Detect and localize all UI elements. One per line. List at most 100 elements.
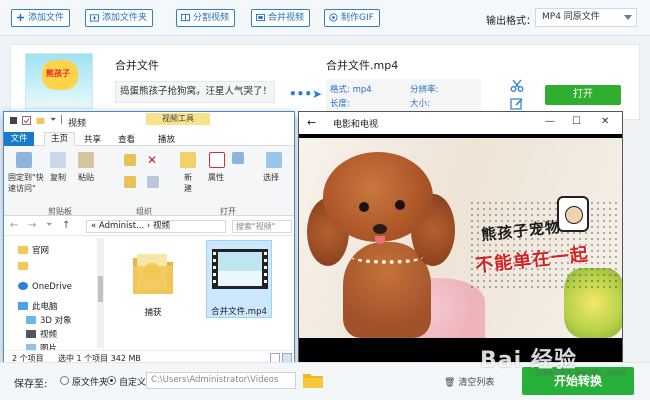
up-arrow-icon[interactable]: ↑	[62, 220, 70, 231]
browse-folder-icon[interactable]	[303, 372, 323, 388]
add-folder-label: 添加文件夹	[102, 13, 148, 23]
copy-label: 复制	[50, 173, 66, 182]
edit-icon[interactable]	[510, 97, 524, 111]
cloud-icon	[18, 282, 28, 290]
make-gif-button[interactable]: 制作GIF	[324, 9, 380, 27]
navigation-pane: 官网 OneDrive 此电脑 3D 对象 视频 图片	[4, 238, 104, 354]
dog-eye	[359, 202, 369, 212]
add-file-label: 添加文件	[28, 13, 65, 23]
pin-quick-access-label: 固定到"快 速访问"	[8, 173, 44, 193]
scrollbar-thumb[interactable]	[98, 276, 103, 302]
trash-icon: 🗑	[444, 378, 456, 388]
tab-home[interactable]: 主页	[44, 132, 76, 146]
add-folder-button[interactable]: 添加文件夹	[85, 9, 154, 27]
gif-icon	[329, 13, 338, 22]
file-item-merged-mp4[interactable]: 合并文件.mp4	[206, 240, 272, 318]
copy-icon[interactable]	[50, 152, 66, 168]
rename-icon[interactable]	[147, 176, 159, 188]
merge-icon	[256, 13, 265, 22]
film-icon	[26, 330, 36, 338]
video-frame[interactable]: 熊孩子宠物 不能单在一起	[299, 138, 622, 338]
file-name: 合并文件.mp4	[211, 307, 267, 317]
pin-icon[interactable]	[16, 152, 32, 168]
pearl-necklace	[351, 250, 423, 264]
open-button[interactable]: 打开	[545, 85, 621, 105]
clear-list-button[interactable]: 🗑 清空列表	[444, 375, 494, 388]
nav-item-this-pc[interactable]: 此电脑	[18, 300, 58, 312]
tab-share[interactable]: 共享	[84, 133, 101, 145]
tab-view[interactable]: 查看	[118, 133, 135, 145]
clear-list-label: 清空列表	[458, 378, 495, 388]
meme-sticker	[557, 196, 589, 232]
folder-icon	[133, 254, 173, 294]
back-arrow-icon[interactable]: ←	[10, 220, 18, 231]
address-bar: ← → ⏷ ↑ « Administ... › 视频 搜索"视频"	[4, 216, 294, 236]
search-input[interactable]: 搜索"视频"	[232, 220, 292, 233]
folder-icon[interactable]	[36, 116, 45, 125]
select-label: 选择	[263, 173, 279, 182]
size-meta: 大小:	[410, 99, 430, 109]
player-titlebar: ← 电影和电视 — ☐ ✕	[299, 112, 622, 134]
original-folder-radio[interactable]	[60, 376, 69, 385]
watermark-url: jingyan.baidu.com	[536, 368, 627, 377]
file-explorer-window: ⏷ | 视频 视频工具 文件 主页 共享 查看 播放 固定到"快 速访问" 复制…	[3, 111, 295, 365]
delete-icon[interactable]: ✕	[147, 154, 159, 166]
output-format-label: 输出格式：	[486, 16, 536, 27]
movies-tv-window: ← 电影和电视 — ☐ ✕ 熊孩子宠物 不能单在一起	[298, 111, 623, 369]
caption-dropdown[interactable]: 捣蛋熊孩子抢狗窝，汪星人气哭了！ - ﹀	[115, 81, 275, 103]
add-file-button[interactable]: 添加文件	[11, 9, 71, 27]
source-file-name: 合并文件	[115, 59, 159, 72]
tab-play[interactable]: 播放	[158, 133, 175, 145]
new-folder-icon[interactable]	[180, 152, 196, 168]
format-meta: 格式: mp4	[330, 85, 372, 95]
output-format-select[interactable]: MP4 同原文件	[535, 8, 637, 27]
output-path-input[interactable]: C:\Users\Administrator\Videos	[146, 372, 296, 389]
file-list: 捕获 合并文件.mp4	[106, 238, 294, 350]
properties-icon[interactable]	[209, 152, 225, 168]
output-file-name: 合并文件.mp4	[326, 59, 399, 72]
file-item-capture[interactable]: 捕获	[120, 244, 186, 322]
cube-icon	[26, 316, 36, 324]
checkbox-icon[interactable]	[22, 116, 31, 125]
recent-chevron-icon[interactable]: ⏷	[46, 220, 52, 230]
arrow-right-icon: •••➤	[289, 87, 323, 101]
nav-item-label: 官网	[32, 246, 50, 256]
nav-scrollbar[interactable]	[97, 238, 104, 348]
close-icon[interactable]: ✕	[601, 116, 609, 127]
ribbon-tabs: 文件 主页 共享 查看 播放	[4, 132, 294, 146]
back-arrow-icon[interactable]: ←	[307, 116, 316, 129]
merge-video-button[interactable]: 合并视频	[251, 9, 311, 27]
split-video-button[interactable]: 分割视频	[176, 9, 236, 27]
quick-access-chevron-icon[interactable]: ⏷	[50, 115, 56, 125]
custom-folder-label: 自定义	[119, 378, 147, 388]
paste-icon[interactable]	[78, 152, 94, 168]
video-thumbnail[interactable]: 熊孩子	[25, 53, 93, 109]
split-video-label: 分割视频	[193, 13, 230, 23]
move-to-icon[interactable]	[124, 154, 136, 166]
dog-eye	[395, 200, 405, 210]
explorer-title: 视频	[68, 119, 87, 129]
folder-icon	[18, 246, 28, 254]
open-with-icon[interactable]	[232, 152, 244, 164]
forward-arrow-icon[interactable]: →	[28, 220, 36, 231]
make-gif-label: 制作GIF	[341, 13, 374, 23]
split-icon	[181, 13, 190, 22]
duration-meta: 长度:	[330, 99, 350, 109]
copy-to-icon[interactable]	[124, 176, 136, 188]
scissors-icon[interactable]	[510, 79, 524, 93]
tab-file[interactable]: 文件	[4, 132, 34, 146]
breadcrumb[interactable]: « Administ... › 视频	[86, 220, 226, 233]
minimize-icon[interactable]: —	[545, 116, 555, 127]
nav-item-videos[interactable]: 视频	[26, 328, 57, 340]
nav-item-3d-objects[interactable]: 3D 对象	[26, 314, 72, 326]
nav-item-onedrive[interactable]: OneDrive	[18, 282, 72, 292]
select-icon[interactable]	[266, 152, 282, 168]
plus-icon	[16, 13, 25, 22]
dog-nose	[373, 224, 387, 234]
nav-item-official[interactable]: 官网	[18, 244, 49, 256]
merge-video-label: 合并视频	[268, 13, 305, 23]
nav-item-folder[interactable]	[18, 262, 32, 272]
baidu-watermark: Bai 经验 jingyan.baidu.com	[480, 342, 626, 377]
custom-folder-radio[interactable]	[107, 376, 116, 385]
maximize-icon[interactable]: ☐	[572, 116, 581, 127]
